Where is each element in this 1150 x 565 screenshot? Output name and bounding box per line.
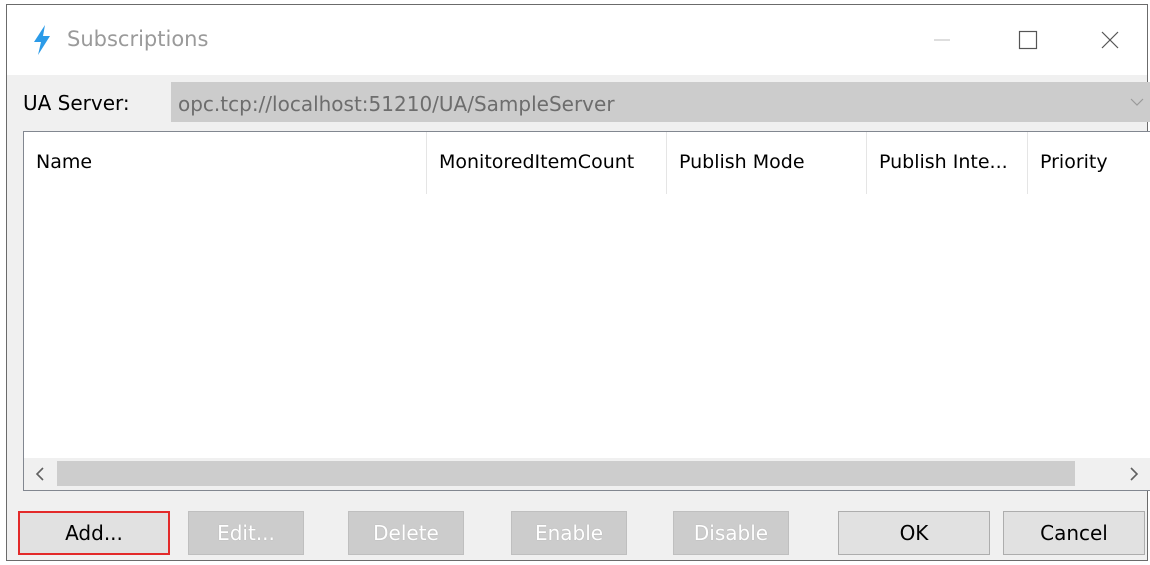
column-header-priority[interactable]: Priority bbox=[1028, 132, 1150, 194]
close-button[interactable] bbox=[1075, 5, 1145, 75]
chevron-down-icon bbox=[1130, 98, 1144, 106]
enable-button[interactable]: Enable bbox=[511, 511, 627, 555]
subscriptions-list[interactable]: Name MonitoredItemCount Publish Mode Pub… bbox=[23, 131, 1150, 491]
minimize-button[interactable] bbox=[907, 5, 977, 75]
lightning-icon bbox=[34, 25, 50, 55]
column-header-name[interactable]: Name bbox=[24, 132, 427, 194]
add-button[interactable]: Add... bbox=[18, 511, 170, 555]
dialog-content: UA Server: opc.tcp://localhost:51210/UA/… bbox=[7, 75, 1150, 560]
scroll-thumb[interactable] bbox=[57, 461, 1075, 486]
close-icon bbox=[1101, 31, 1119, 49]
horizontal-scrollbar[interactable] bbox=[24, 458, 1150, 490]
server-dropdown[interactable]: opc.tcp://localhost:51210/UA/SampleServe… bbox=[171, 82, 1150, 122]
disable-button[interactable]: Disable bbox=[673, 511, 789, 555]
maximize-button[interactable] bbox=[993, 5, 1063, 75]
ok-button[interactable]: OK bbox=[838, 511, 990, 555]
cancel-button[interactable]: Cancel bbox=[1003, 511, 1145, 555]
delete-button[interactable]: Delete bbox=[348, 511, 464, 555]
list-header: Name MonitoredItemCount Publish Mode Pub… bbox=[24, 132, 1150, 194]
minimize-icon bbox=[934, 39, 950, 41]
edit-button[interactable]: Edit... bbox=[188, 511, 304, 555]
column-header-monitored-item-count[interactable]: MonitoredItemCount bbox=[427, 132, 667, 194]
server-url-value: opc.tcp://localhost:51210/UA/SampleServe… bbox=[178, 92, 615, 116]
chevron-right-icon bbox=[1130, 467, 1139, 481]
server-label: UA Server: bbox=[23, 91, 130, 115]
maximize-icon bbox=[1018, 30, 1038, 50]
column-header-publish-mode[interactable]: Publish Mode bbox=[667, 132, 867, 194]
scroll-right-button[interactable] bbox=[1118, 458, 1150, 490]
chevron-left-icon bbox=[35, 467, 44, 481]
subscriptions-window: Subscriptions UA Server: opc.tcp://local… bbox=[6, 4, 1150, 561]
title-bar[interactable]: Subscriptions bbox=[7, 5, 1147, 75]
column-header-publish-interval[interactable]: Publish Inte... bbox=[867, 132, 1028, 194]
scroll-left-button[interactable] bbox=[24, 458, 56, 490]
window-title: Subscriptions bbox=[67, 27, 209, 51]
